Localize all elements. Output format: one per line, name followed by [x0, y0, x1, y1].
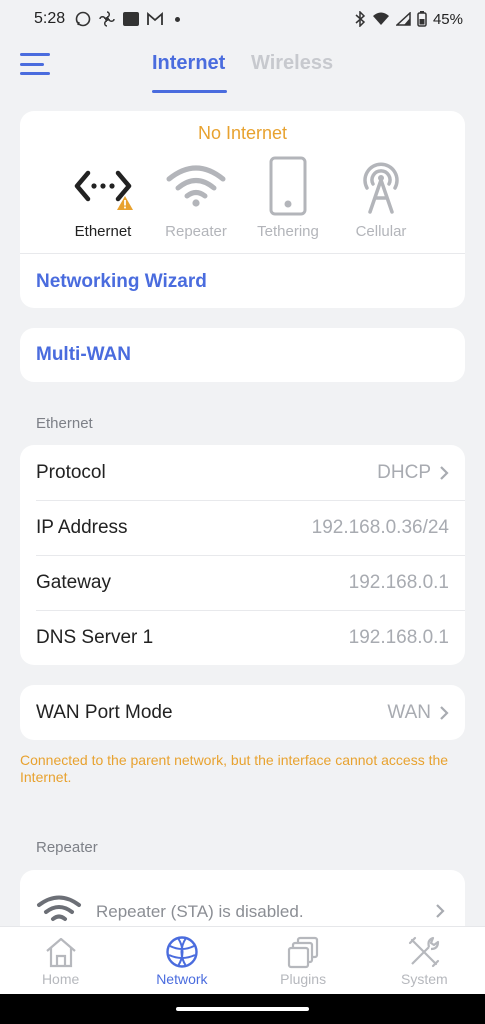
- gateway-row: Gateway 192.168.0.1: [20, 555, 465, 610]
- cisco-icon: [123, 12, 140, 26]
- multi-wan-card[interactable]: Multi-WAN: [20, 328, 465, 382]
- wifi-icon: [37, 895, 81, 921]
- multi-wan-label: Multi-WAN: [36, 344, 131, 365]
- menu-icon[interactable]: [20, 53, 50, 75]
- app-header: Internet Wireless: [0, 38, 485, 96]
- wan-port-mode-row: WAN Port Mode WAN: [20, 685, 465, 740]
- home-icon: [45, 937, 76, 968]
- mode-tethering[interactable]: Tethering: [243, 155, 333, 240]
- home-gesture-pill[interactable]: [176, 1007, 309, 1011]
- mode-repeater[interactable]: Repeater: [151, 155, 241, 240]
- repeater-status: Repeater (STA) is disabled.: [96, 902, 304, 921]
- networking-wizard-link[interactable]: Networking Wizard: [36, 271, 207, 293]
- mode-ethernet[interactable]: Ethernet: [58, 155, 148, 240]
- ethernet-info-card: Protocol DHCP IP Address 192.168.0.36/24…: [20, 445, 465, 665]
- status-bar: 5:28 45%: [0, 0, 485, 38]
- dot-icon: [175, 16, 181, 22]
- nav-label: System: [401, 971, 448, 987]
- gmail-icon: [147, 12, 164, 25]
- row-value: WAN: [387, 701, 431, 723]
- connection-warning-note: Connected to the parent network, but the…: [20, 752, 449, 785]
- active-tab-indicator: [152, 90, 227, 93]
- row-key: IP Address: [36, 516, 128, 538]
- nav-network[interactable]: Network: [121, 927, 242, 994]
- mode-label: Repeater: [165, 223, 227, 240]
- nav-plugins[interactable]: Plugins: [243, 927, 364, 994]
- system-navigation-bar: [0, 994, 485, 1024]
- wan-port-mode-card[interactable]: WAN Port Mode WAN: [20, 685, 465, 740]
- bottom-nav: Home Network Plugins System: [0, 926, 485, 994]
- nav-label: Home: [41, 971, 80, 987]
- mode-label: Cellular: [355, 223, 407, 240]
- mode-cellular[interactable]: Cellular: [336, 155, 426, 240]
- nav-system[interactable]: System: [364, 927, 485, 994]
- battery-percent: 45%: [432, 10, 463, 28]
- wifi-icon: [166, 165, 226, 207]
- row-key: WAN Port Mode: [36, 701, 173, 723]
- ip-address-row: IP Address 192.168.0.36/24: [20, 500, 465, 555]
- nav-home[interactable]: Home: [0, 927, 121, 994]
- chevron-right-icon: [440, 705, 449, 720]
- fan-icon: [99, 11, 115, 27]
- antenna-icon: [363, 162, 399, 214]
- nav-label: Plugins: [280, 971, 327, 987]
- plugins-icon: [288, 936, 319, 969]
- connection-modes: Ethernet Repeater Tethering Cellular: [20, 155, 465, 255]
- chevron-right-icon: [436, 904, 445, 918]
- nav-label: Network: [156, 971, 208, 987]
- chevron-right-icon: [440, 465, 449, 480]
- row-key: DNS Server 1: [36, 626, 154, 648]
- battery-icon: [417, 11, 427, 27]
- section-title-ethernet: Ethernet: [36, 415, 93, 432]
- whatsapp-icon: [75, 11, 91, 27]
- dns-server-row: DNS Server 1 192.168.0.1: [20, 610, 465, 665]
- internet-status: No Internet: [197, 123, 288, 143]
- globe-icon: [166, 936, 198, 968]
- row-key: Gateway: [36, 571, 111, 593]
- internet-status-card: No Internet Ethernet Repeater Tethering …: [20, 111, 465, 308]
- tools-icon: [409, 936, 440, 968]
- warning-icon: [117, 196, 133, 210]
- section-title-repeater: Repeater: [36, 839, 98, 856]
- divider: [20, 253, 465, 254]
- row-value: 192.168.0.36/24: [311, 516, 449, 538]
- tab-internet[interactable]: Internet: [152, 52, 225, 75]
- row-key: Protocol: [36, 461, 106, 483]
- mode-label: Tethering: [257, 223, 319, 240]
- mode-label: Ethernet: [74, 223, 132, 240]
- row-value: DHCP: [377, 461, 431, 483]
- row-value: 192.168.0.1: [348, 571, 449, 593]
- status-time: 5:28: [34, 10, 66, 27]
- protocol-row[interactable]: Protocol DHCP: [20, 445, 465, 500]
- bluetooth-icon: [355, 11, 366, 27]
- phone-icon: [269, 156, 307, 216]
- cell-signal-icon: [395, 12, 411, 26]
- wifi-signal-icon: [372, 12, 389, 25]
- row-value: 192.168.0.1: [348, 626, 449, 648]
- tab-wireless[interactable]: Wireless: [251, 52, 333, 75]
